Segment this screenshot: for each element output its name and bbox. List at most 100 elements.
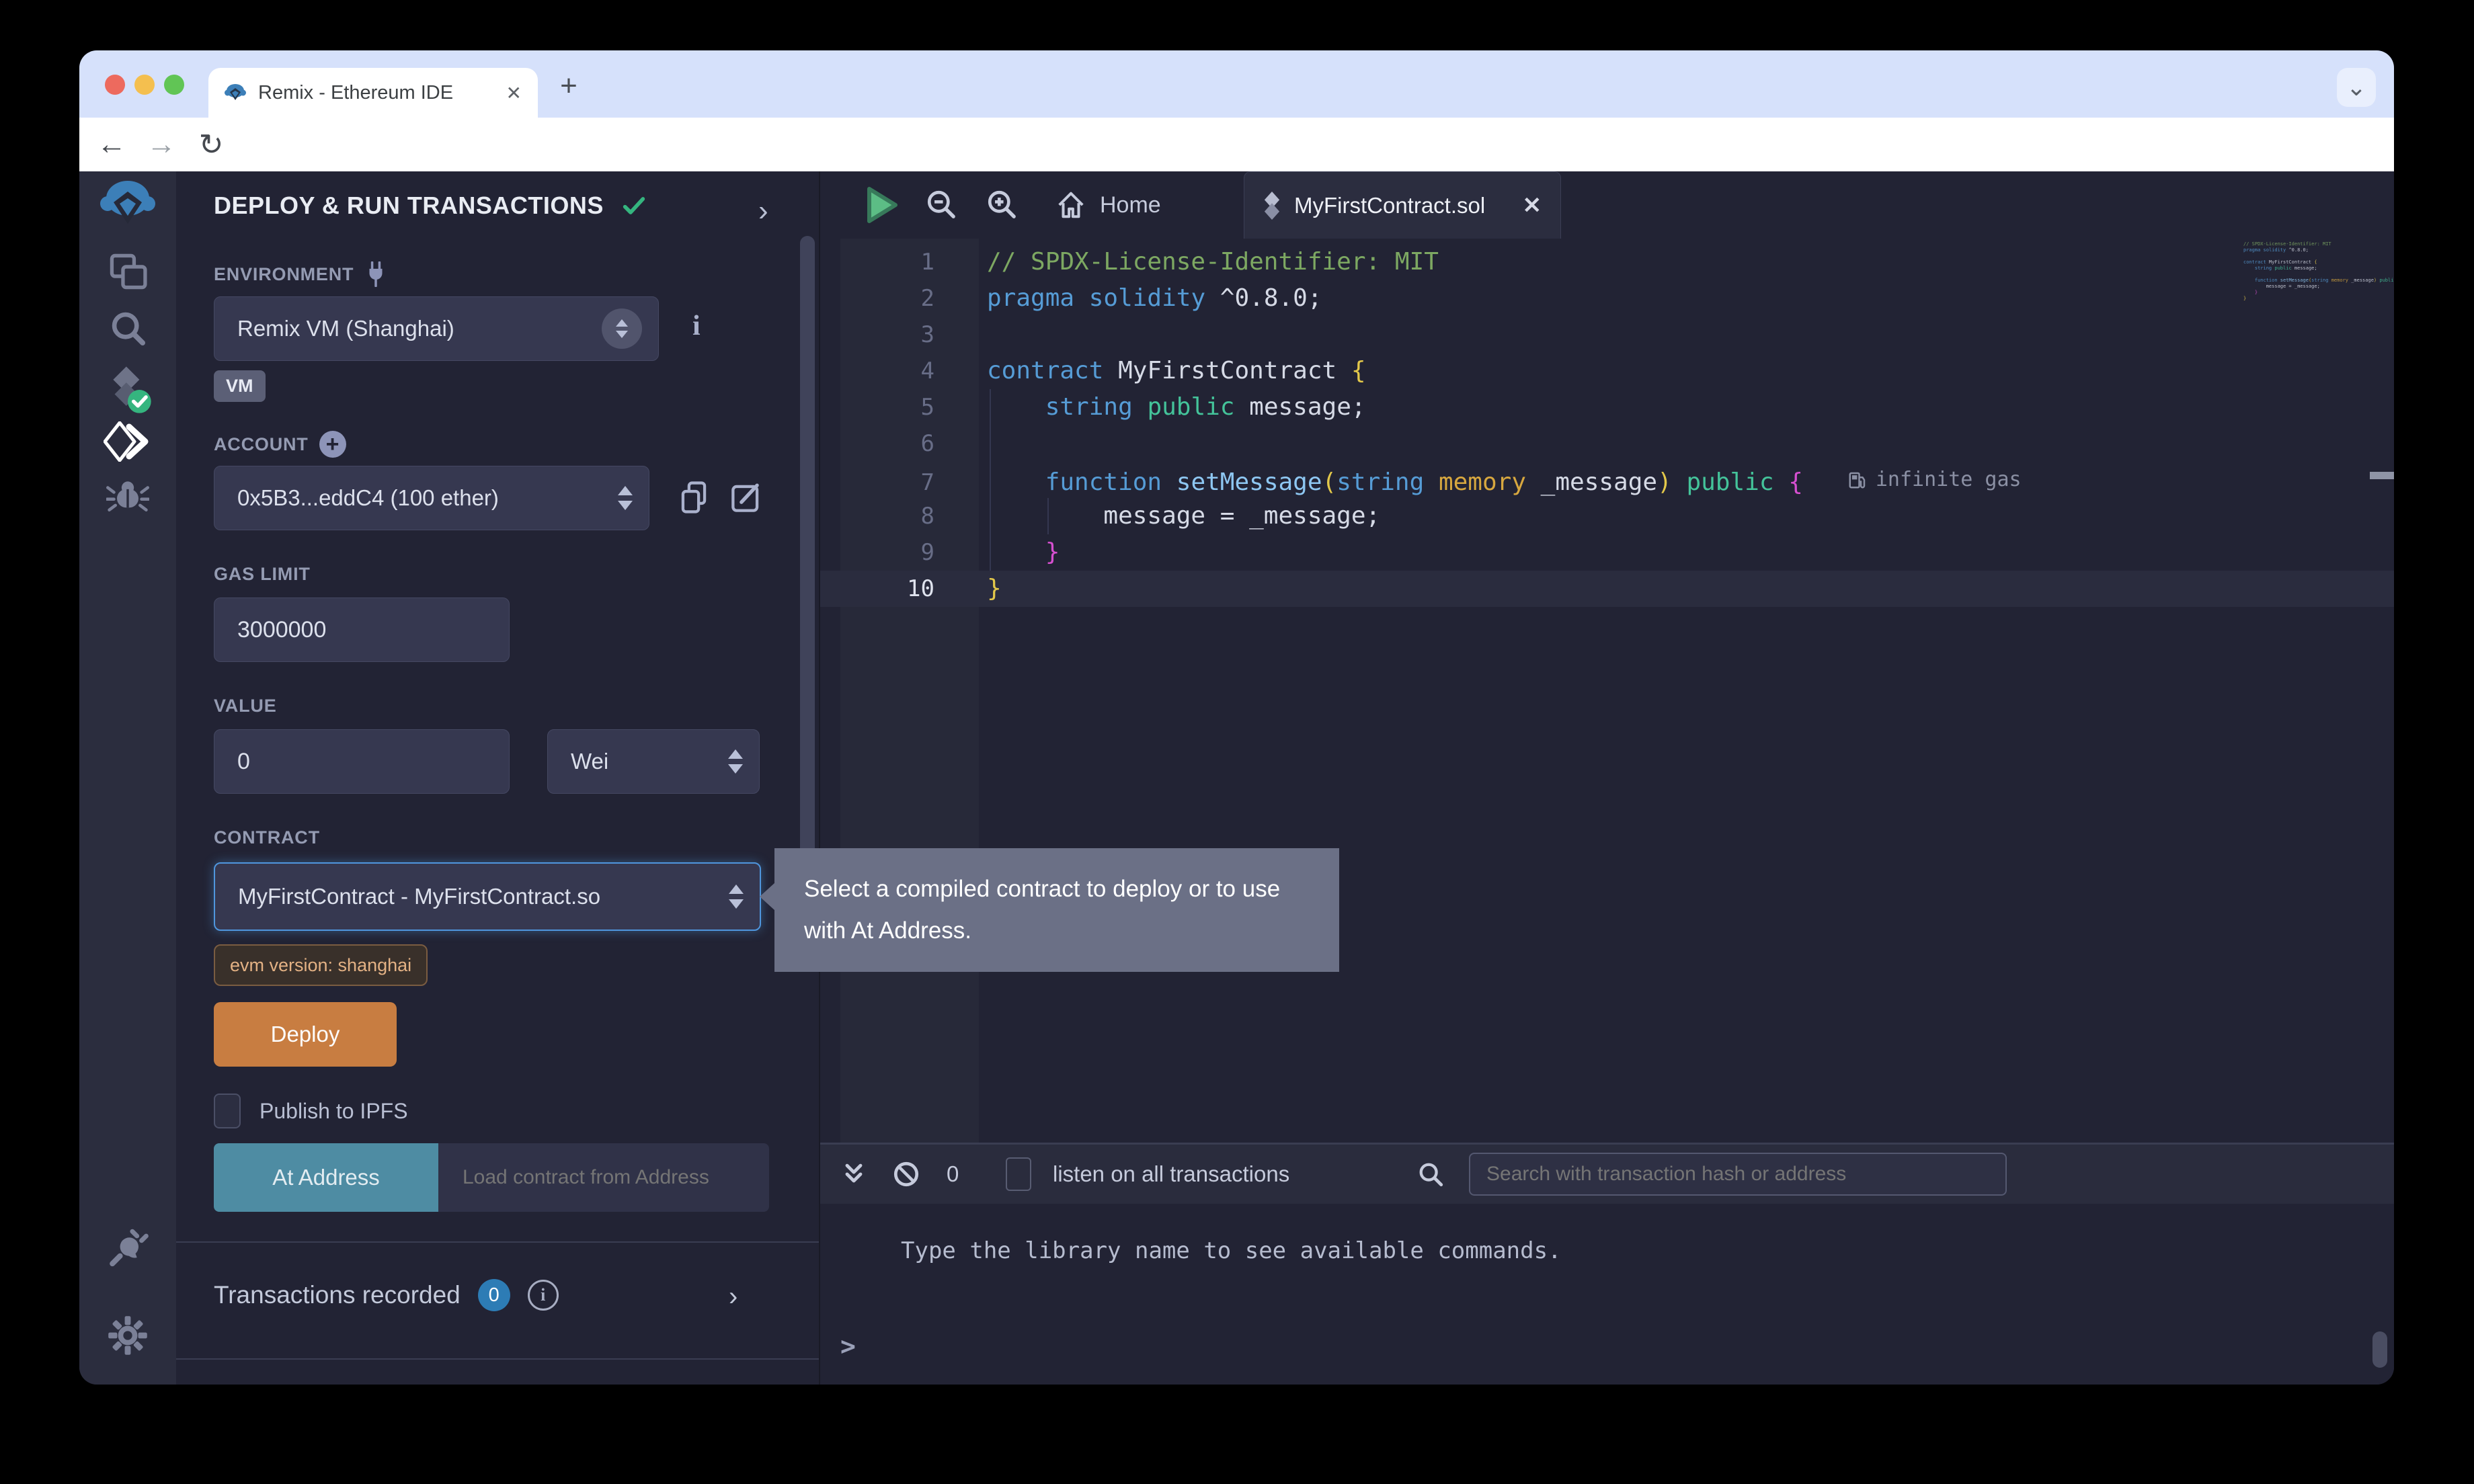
code-line[interactable]: 3 — [820, 317, 2394, 353]
file-explorer-icon[interactable] — [79, 249, 176, 294]
terminal-body[interactable]: Type the library name to see available c… — [820, 1204, 2394, 1385]
editor-area: Home MyFirstContract.sol ✕ 1// SPDX-Lice… — [820, 171, 2394, 1385]
indent-guide-2 — [1047, 498, 1049, 534]
back-button[interactable]: ← — [91, 118, 132, 171]
code-line[interactable]: 2pragma solidity ^0.8.0; — [820, 280, 2394, 317]
reload-button[interactable]: ↻ — [191, 118, 231, 171]
code-line[interactable]: 5 string public message; — [820, 389, 2394, 425]
browser-window: Remix - Ethereum IDE ✕ + ⌄ ← → ↻ remix.e… — [79, 50, 2394, 1385]
new-tab-button[interactable]: + — [553, 71, 584, 101]
zoom-out-icon[interactable] — [918, 171, 965, 239]
tab-list-chevron-button[interactable]: ⌄ — [2337, 68, 2376, 107]
terminal-scrollbar[interactable] — [2372, 1331, 2387, 1368]
terminal-message: Type the library name to see available c… — [901, 1237, 1562, 1264]
file-tab-label: MyFirstContract.sol — [1294, 193, 1509, 218]
search-icon[interactable] — [79, 307, 176, 349]
transactions-info-icon[interactable]: i — [528, 1280, 559, 1311]
environment-select[interactable]: Remix VM (Shanghai) — [214, 296, 659, 361]
terminal-search-icon — [1417, 1145, 1444, 1204]
terminal: 0 listen on all transactions — [820, 1143, 2394, 1385]
editor-overview-mark — [2370, 472, 2394, 479]
gas-limit-field — [214, 597, 510, 662]
deploy-run-panel: DEPLOY & RUN TRANSACTIONS › ENVIRONMENT — [176, 171, 819, 1385]
forward-button[interactable]: → — [141, 118, 182, 171]
code-line[interactable]: 1// SPDX-License-Identifier: MIT — [820, 244, 2394, 280]
file-tab-close-icon[interactable]: ✕ — [1523, 192, 1542, 219]
panel-title: DEPLOY & RUN TRANSACTIONS — [214, 192, 604, 220]
value-unit-select[interactable]: Wei — [547, 729, 760, 794]
tab-close-icon[interactable]: ✕ — [506, 82, 522, 104]
panel-bottom-divider — [176, 1358, 819, 1360]
gas-limit-input[interactable] — [214, 617, 509, 643]
listen-transactions-checkbox[interactable] — [1006, 1145, 1031, 1204]
panel-divider — [176, 1241, 819, 1243]
gas-pump-icon — [1847, 470, 1868, 490]
listen-transactions-label: listen on all transactions — [1053, 1145, 1289, 1204]
settings-gear-icon[interactable] — [79, 1315, 176, 1356]
traffic-light-zoom[interactable] — [164, 75, 184, 95]
copy-account-icon[interactable] — [679, 481, 709, 518]
transactions-recorded-label: Transactions recorded — [214, 1281, 461, 1309]
run-script-play-icon[interactable] — [858, 171, 905, 239]
contract-select[interactable]: MyFirstContract - MyFirstContract.so — [214, 862, 761, 931]
deploy-button[interactable]: Deploy — [214, 1002, 397, 1067]
traffic-light-close[interactable] — [105, 75, 125, 95]
terminal-collapse-icon[interactable] — [840, 1145, 867, 1204]
environment-value: Remix VM (Shanghai) — [237, 316, 602, 341]
indent-guide — [990, 389, 991, 571]
tab-home[interactable]: Home — [1042, 171, 1174, 239]
contract-label: CONTRACT — [214, 827, 320, 848]
browser-tab[interactable]: Remix - Ethereum IDE ✕ — [208, 68, 538, 118]
terminal-prompt: > — [840, 1331, 856, 1361]
at-address-input[interactable] — [438, 1166, 769, 1189]
icon-rail — [79, 171, 176, 1385]
publish-ipfs-label: Publish to IPFS — [260, 1099, 408, 1124]
evm-version-badge: evm version: shanghai — [214, 944, 428, 986]
value-input[interactable] — [214, 749, 509, 775]
editor-tab-bar: Home MyFirstContract.sol ✕ — [820, 171, 2394, 239]
remix-favicon — [225, 82, 246, 104]
panel-collapse-chevron[interactable]: › — [758, 194, 768, 228]
gas-limit-label: GAS LIMIT — [214, 564, 311, 585]
account-select[interactable]: 0x5B3...eddC4 (100 ether) — [214, 466, 649, 530]
terminal-search-input[interactable] — [1470, 1163, 2005, 1186]
remix-logo-icon[interactable] — [79, 178, 176, 231]
sign-message-icon[interactable] — [730, 481, 762, 518]
tab-myfirstcontract[interactable]: MyFirstContract.sol ✕ — [1244, 171, 1561, 239]
transactions-expand-chevron[interactable]: › — [729, 1282, 737, 1312]
traffic-light-minimize[interactable] — [134, 75, 155, 95]
plug-icon[interactable] — [364, 261, 387, 287]
home-tab-label: Home — [1100, 192, 1161, 218]
panel-scrollbar[interactable] — [800, 236, 815, 935]
terminal-toolbar: 0 listen on all transactions — [820, 1145, 2394, 1204]
code-line[interactable]: 4contract MyFirstContract { — [820, 353, 2394, 389]
zoom-in-icon[interactable] — [979, 171, 1026, 239]
add-account-icon[interactable]: + — [319, 431, 346, 458]
clear-console-icon[interactable] — [891, 1145, 921, 1204]
publish-ipfs-checkbox[interactable] — [214, 1094, 241, 1128]
contract-value: MyFirstContract - MyFirstContract.so — [238, 884, 729, 909]
code-editor[interactable]: 1// SPDX-License-Identifier: MIT2pragma … — [820, 239, 2394, 1143]
account-value: 0x5B3...eddC4 (100 ether) — [237, 485, 618, 511]
deploy-run-icon[interactable] — [79, 421, 176, 462]
code-line[interactable]: 7 function setMessage(string memory _mes… — [820, 462, 2394, 498]
transactions-count-badge: 0 — [478, 1279, 510, 1311]
environment-label: ENVIRONMENT — [214, 264, 354, 285]
solidity-compiler-icon[interactable] — [79, 364, 176, 416]
compiled-check-icon — [618, 192, 649, 219]
code-line[interactable]: 6 — [820, 425, 2394, 462]
code-line[interactable]: 8 message = _message; — [820, 498, 2394, 534]
environment-select-arrows — [602, 308, 642, 349]
environment-info-icon[interactable]: i — [692, 310, 701, 342]
value-unit: Wei — [571, 749, 728, 774]
plugin-manager-icon[interactable] — [79, 1225, 176, 1268]
home-icon — [1055, 190, 1086, 220]
value-field — [214, 729, 510, 794]
browser-toolbar: ← → ↻ remix.ethereum.org/#lang=en&optimi… — [79, 118, 2394, 171]
code-line[interactable]: 10} — [820, 571, 2394, 607]
at-address-button[interactable]: At Address — [214, 1143, 438, 1212]
editor-minimap[interactable]: // SPDX-License-Identifier: MITpragma so… — [2243, 241, 2364, 302]
solidity-file-icon — [1263, 192, 1281, 220]
debugger-icon[interactable] — [79, 474, 176, 517]
code-line[interactable]: 9 } — [820, 534, 2394, 571]
